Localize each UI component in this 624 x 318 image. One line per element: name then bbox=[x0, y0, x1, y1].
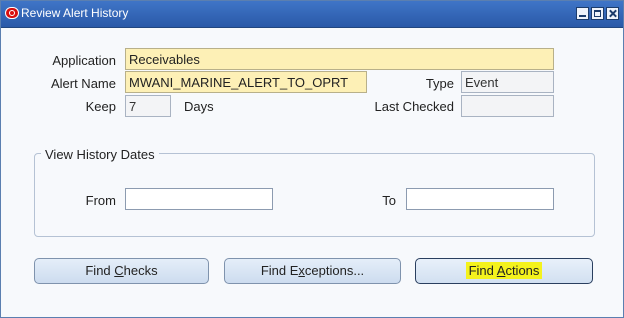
find-exceptions-button[interactable]: Find Exceptions... bbox=[224, 258, 401, 284]
close-icon[interactable] bbox=[606, 7, 619, 20]
type-field[interactable]: Event bbox=[461, 71, 554, 93]
keep-label: Keep bbox=[85, 99, 116, 114]
alert-name-label: Alert Name bbox=[50, 76, 116, 91]
type-label: Type bbox=[425, 76, 454, 91]
find-actions-button[interactable]: Find Actions bbox=[415, 258, 593, 284]
find-checks-label: Find Checks bbox=[85, 263, 158, 278]
maximize-icon[interactable] bbox=[591, 7, 604, 20]
last-checked-label: Last Checked bbox=[374, 99, 455, 114]
find-actions-label: Find Actions bbox=[465, 262, 543, 279]
title-bar[interactable]: Review Alert History bbox=[1, 1, 623, 28]
from-date-field[interactable] bbox=[125, 188, 273, 210]
find-checks-button[interactable]: Find Checks bbox=[34, 258, 209, 284]
review-alert-history-window: Review Alert History Application Receiva… bbox=[0, 0, 624, 318]
application-field[interactable]: Receivables bbox=[125, 48, 554, 70]
from-label: From bbox=[85, 193, 116, 208]
window-title: Review Alert History bbox=[21, 6, 129, 20]
application-label: Application bbox=[52, 53, 116, 68]
minimize-icon[interactable] bbox=[576, 7, 589, 20]
keep-days-field[interactable]: 7 bbox=[125, 95, 171, 117]
days-label: Days bbox=[184, 99, 214, 114]
last-checked-field[interactable] bbox=[461, 95, 554, 117]
oracle-logo-icon bbox=[5, 7, 19, 19]
alert-name-field[interactable]: MWANI_MARINE_ALERT_TO_OPRT bbox=[125, 71, 367, 93]
view-history-dates-title: View History Dates bbox=[41, 147, 159, 162]
to-date-field[interactable] bbox=[406, 188, 554, 210]
find-exceptions-label: Find Exceptions... bbox=[260, 263, 365, 278]
to-label: To bbox=[382, 193, 396, 208]
